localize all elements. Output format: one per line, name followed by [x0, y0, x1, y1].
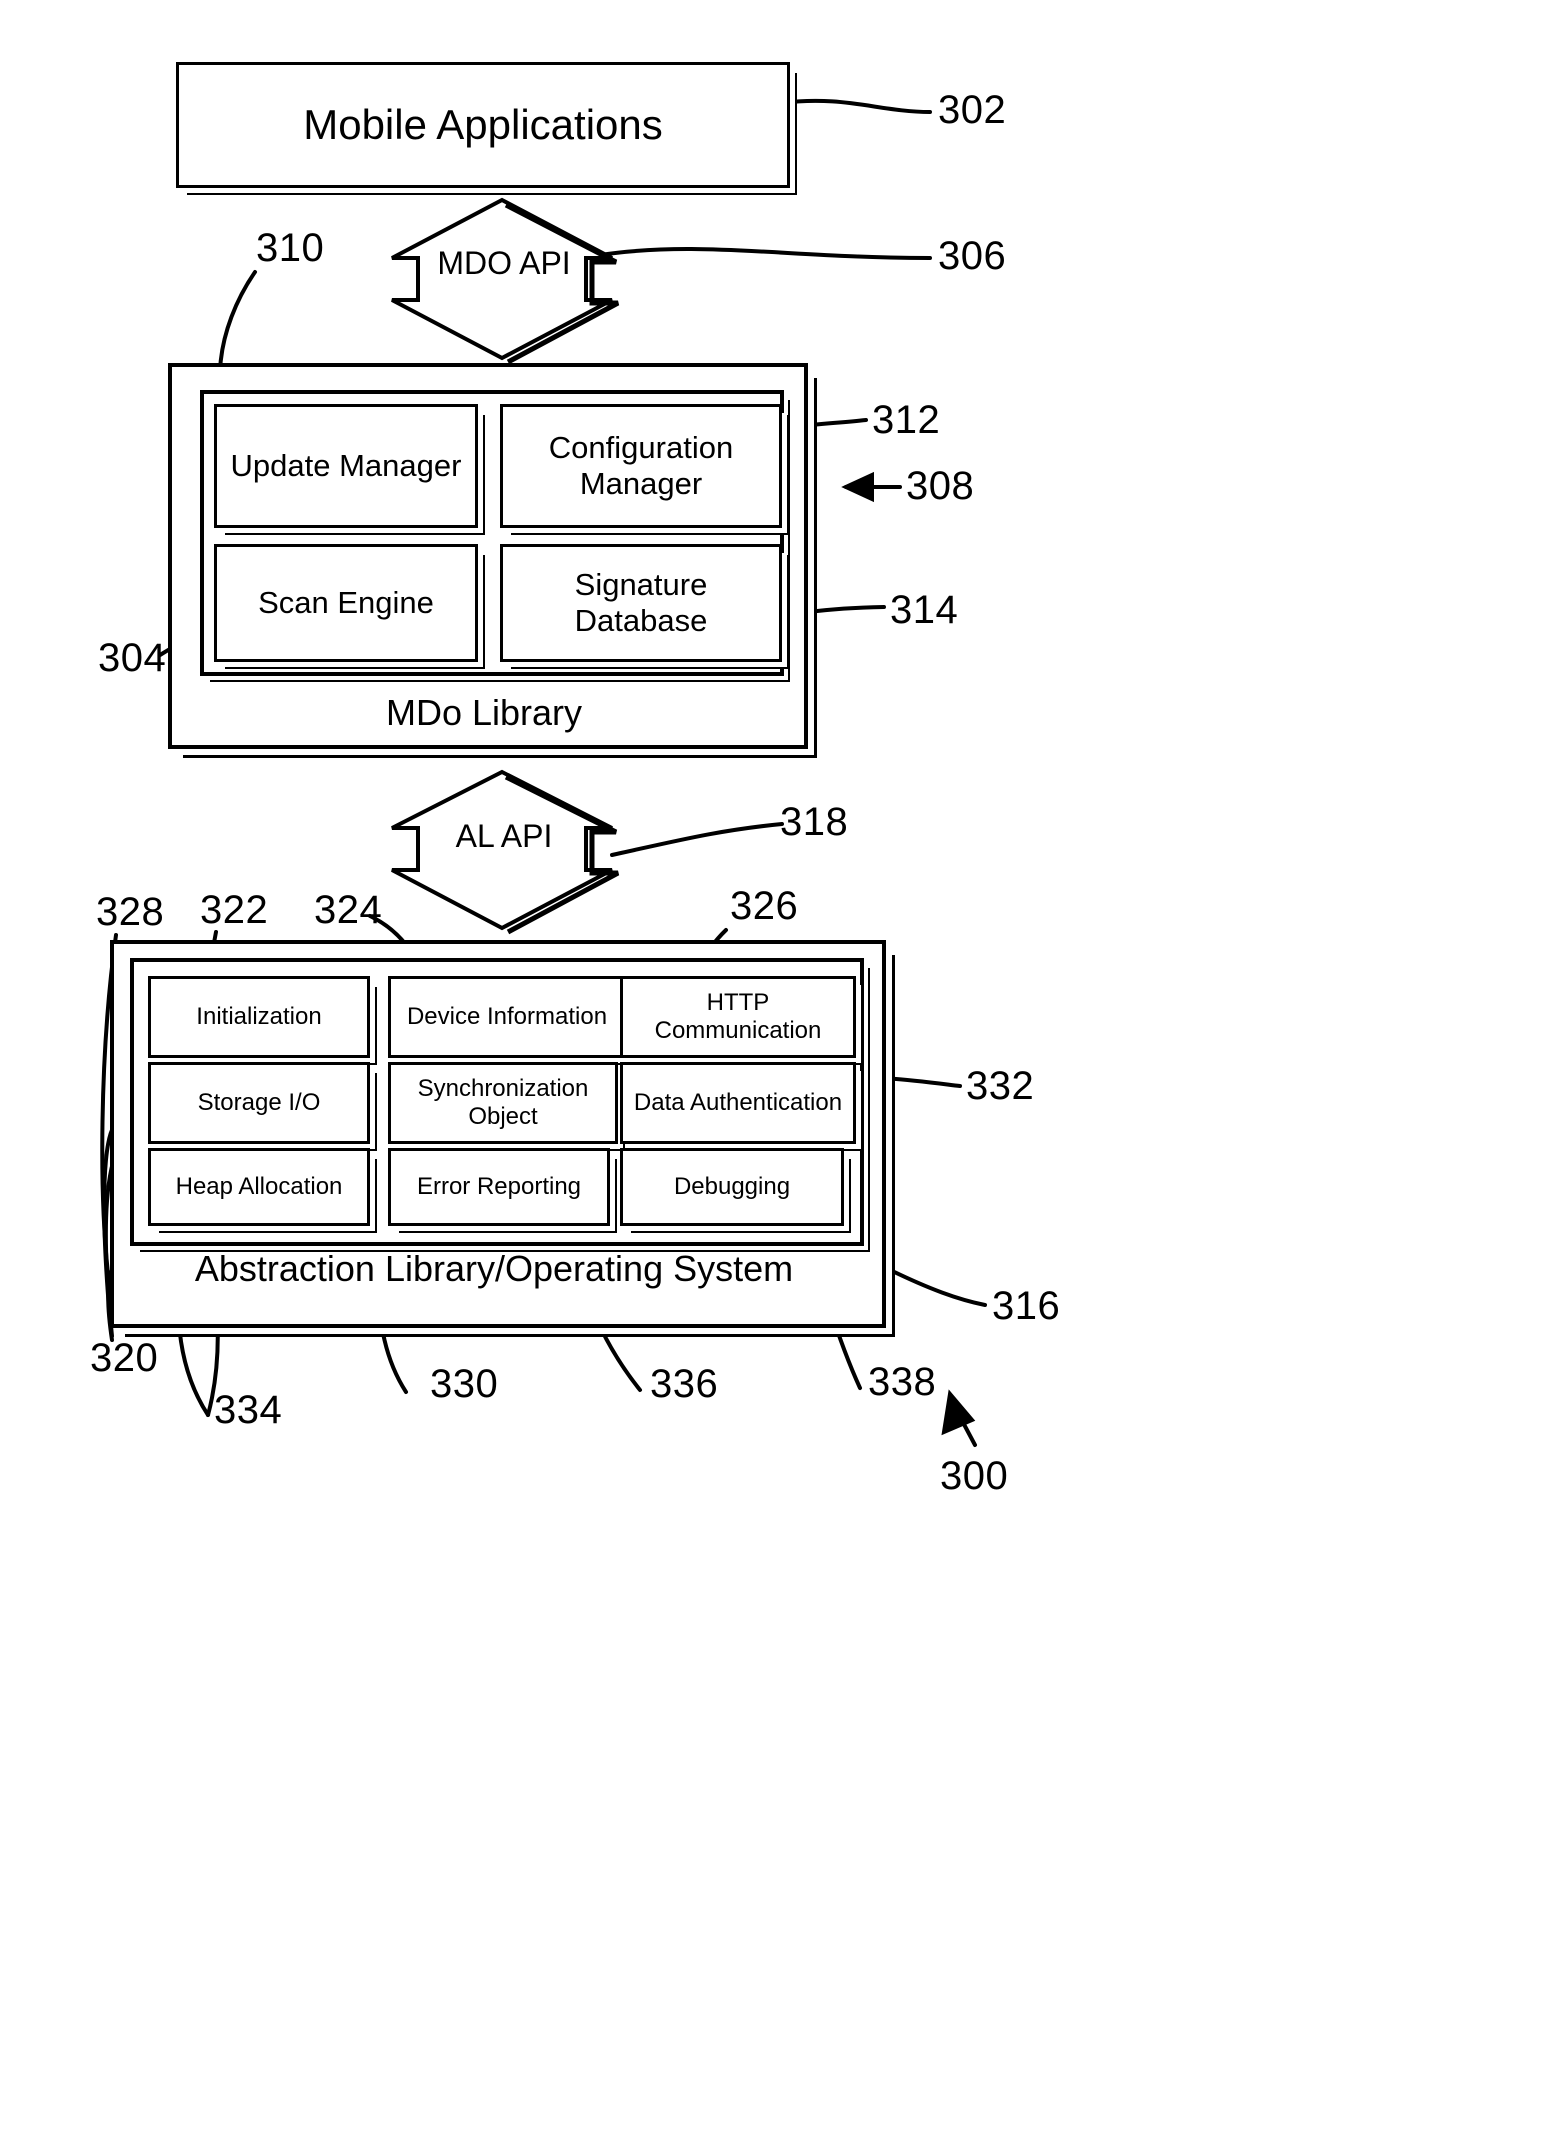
- mdo-api-label: MDO API: [437, 245, 571, 281]
- ref-322: 322: [200, 888, 269, 932]
- abstraction-library-title: Abstraction Library/Operating System: [194, 1248, 794, 1289]
- cell-http-communication-label: HTTP Communication: [654, 989, 822, 1044]
- cell-initialization-label: Initialization: [196, 1003, 322, 1031]
- al-api-label: AL API: [455, 818, 553, 854]
- ref-310: 310: [256, 226, 325, 270]
- ref-326: 326: [730, 884, 799, 928]
- ref-320: 320: [90, 1336, 159, 1380]
- cell-device-information: Device Information: [388, 976, 626, 1058]
- mdo-library-title: MDo Library: [385, 692, 583, 733]
- cell-heap-allocation: Heap Allocation: [148, 1148, 370, 1226]
- cell-initialization: Initialization: [148, 976, 370, 1058]
- mobile-applications-label: Mobile Applications: [303, 100, 663, 148]
- cell-synchronization-object-label: Synchronization Object: [417, 1075, 589, 1130]
- cell-device-information-label: Device Information: [406, 1003, 608, 1031]
- cell-http-communication: HTTP Communication: [620, 976, 856, 1058]
- cell-debugging: Debugging: [620, 1148, 844, 1226]
- ref-300: 300: [940, 1454, 1009, 1498]
- cell-error-reporting: Error Reporting: [388, 1148, 610, 1226]
- ref-330: 330: [430, 1362, 499, 1406]
- ref-328: 328: [96, 890, 165, 934]
- cell-scan-engine-label: Scan Engine: [258, 585, 434, 621]
- cell-configuration-manager-label: Configuration Manager: [548, 430, 734, 501]
- cell-storage-io-label: Storage I/O: [197, 1089, 321, 1117]
- cell-data-authentication-label: Data Authentication: [633, 1089, 843, 1117]
- mobile-applications-block: Mobile Applications: [176, 62, 790, 188]
- ref-314: 314: [890, 588, 959, 632]
- cell-scan-engine: Scan Engine: [214, 544, 478, 662]
- ref-308: 308: [906, 464, 975, 508]
- cell-error-reporting-label: Error Reporting: [416, 1173, 582, 1201]
- ref-312: 312: [872, 398, 941, 442]
- cell-debugging-label: Debugging: [673, 1173, 791, 1201]
- ref-324: 324: [314, 888, 383, 932]
- cell-update-manager-label: Update Manager: [230, 448, 462, 484]
- ref-316: 316: [992, 1284, 1061, 1328]
- ref-336: 336: [650, 1362, 719, 1406]
- ref-332: 332: [966, 1064, 1035, 1108]
- ref-318: 318: [780, 800, 849, 844]
- ref-302: 302: [938, 88, 1007, 132]
- ref-304: 304: [98, 636, 167, 680]
- cell-configuration-manager: Configuration Manager: [500, 404, 782, 528]
- patent-figure: Mobile Applications MDO API Update Manag…: [0, 0, 1556, 2131]
- cell-heap-allocation-label: Heap Allocation: [175, 1173, 343, 1201]
- ref-306: 306: [938, 234, 1007, 278]
- cell-storage-io: Storage I/O: [148, 1062, 370, 1144]
- cell-synchronization-object: Synchronization Object: [388, 1062, 618, 1144]
- cell-signature-database: Signature Database: [500, 544, 782, 662]
- cell-signature-database-label: Signature Database: [574, 567, 708, 638]
- cell-update-manager: Update Manager: [214, 404, 478, 528]
- ref-338: 338: [868, 1360, 937, 1404]
- ref-334: 334: [214, 1388, 283, 1432]
- cell-data-authentication: Data Authentication: [620, 1062, 856, 1144]
